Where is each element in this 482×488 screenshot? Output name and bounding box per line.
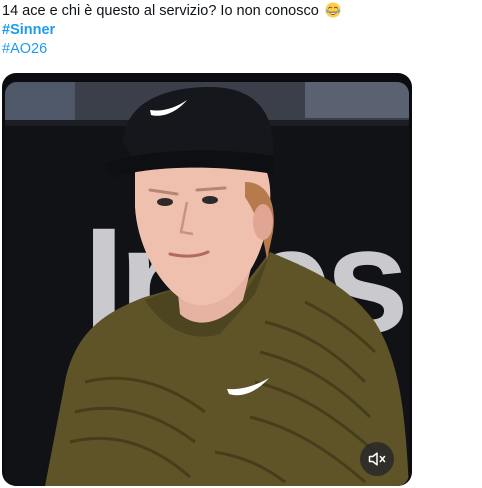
face-with-tears-of-joy-icon [325,2,341,18]
mute-toggle-button[interactable] [360,442,394,476]
post: 14 ace e chi è questo al servizio? Io no… [0,0,482,488]
hashtag-ao26-link[interactable]: #AO26 [2,40,472,59]
speaker-muted-icon [368,452,386,466]
post-text: 14 ace e chi è questo al servizio? Io no… [2,2,472,59]
player-still-image: Intes [5,82,409,486]
video-player[interactable]: Intes [2,73,412,486]
video-frame[interactable]: Intes [5,82,409,486]
hashtag-sinner-link[interactable]: #Sinner [2,21,472,40]
post-caption: 14 ace e chi è questo al servizio? Io no… [2,3,319,19]
post-caption-line: 14 ace e chi è questo al servizio? Io no… [2,2,472,21]
